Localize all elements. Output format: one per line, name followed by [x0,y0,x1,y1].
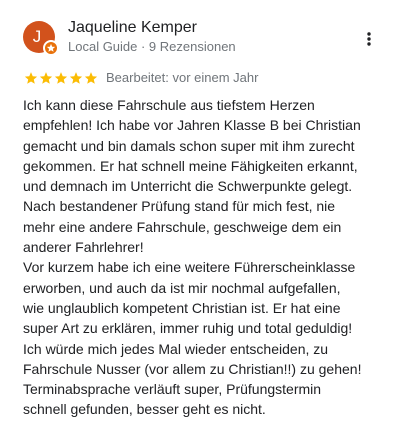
star-icon [54,72,68,84]
star-icon [24,72,38,84]
star-icon [84,72,98,84]
review-text: Ich kann diese Fahrschule aus tiefstem H… [23,97,362,418]
rating-row: Bearbeitet: vor einem Jahr [24,70,258,86]
avatar[interactable]: J [23,21,59,56]
author-meta[interactable]: Local Guide · 9 Rezensionen [68,39,236,55]
star-rating [24,71,98,85]
avatar-initial: J [32,27,42,46]
star-icon [39,72,53,84]
edited-label: Bearbeitet: vor einem Jahr [106,70,259,85]
star-icon [69,72,83,84]
more-vert-icon [367,32,371,46]
more-options-button[interactable] [356,26,382,52]
author-name[interactable]: Jaqueline Kemper [68,18,197,38]
local-guide-badge-icon [43,40,59,56]
review-card: J Jaqueline Kemper Local Guide · 9 Rezen… [0,0,401,447]
